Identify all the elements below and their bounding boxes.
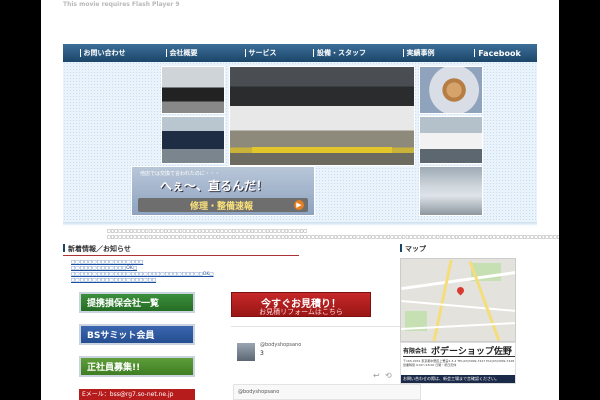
nav-item-services[interactable]: サービス: [221, 44, 300, 62]
estimate-button[interactable]: 今すぐお見積り！ お見積リフォームはこちら: [231, 292, 371, 317]
map-pin-icon[interactable]: [455, 285, 466, 296]
company-address: 〒165-0031 東京都中野区上鷺宮2-3-4 TEL(03)3999-742…: [403, 359, 515, 367]
tweet-handle[interactable]: @bodyshopsano: [260, 342, 301, 348]
promo-bar-label: 修理・整備速報: [190, 202, 254, 212]
avatar[interactable]: [237, 343, 255, 361]
news-heading: 新着情報／お知らせ: [63, 244, 131, 254]
nav-item-contact[interactable]: お問い合わせ: [63, 44, 142, 62]
nav-item-cases[interactable]: 実績事例: [379, 44, 458, 62]
repair-promo-banner[interactable]: 他店では交換て言われたのに・・・ へぇ〜、直るんだ！ 修理・整備速報 ▶: [131, 166, 315, 216]
photo-silver-panel: [419, 166, 483, 216]
photo-black-car: [161, 66, 225, 114]
reply-icon[interactable]: ↩: [373, 371, 380, 380]
page: This movie requires Flash Player 9 お問い合わ…: [41, 0, 559, 400]
nav-item-facebook[interactable]: Facebook: [458, 44, 537, 62]
company-info: 有限会社 ボデーショップ佐野 〒165-0031 東京都中野区上鷺宮2-3-4 …: [400, 342, 516, 384]
intro-line-2: □□□□□□□□□□□□□□□□□□□□□□□□□□□□□□□□□□□□□□□□…: [107, 234, 559, 239]
company-notice: お問い合わせの際は、新会工場まで言確認ください。: [401, 375, 515, 383]
photo-white-car: [419, 116, 483, 164]
promo-headline: へぇ〜、直るんだ！: [160, 179, 269, 193]
tweet-card: @bodyshopsano 3 ↩ ⟲: [231, 326, 401, 382]
hero-banner: 他店では交換て言われたのに・・・ へぇ〜、直るんだ！ 修理・整備速報 ▶: [63, 62, 537, 222]
company-type: 有限会社: [403, 348, 428, 355]
arrow-right-icon: ▶: [294, 200, 304, 210]
map-heading: マップ: [400, 244, 426, 254]
map-widget[interactable]: [400, 258, 516, 342]
nav-item-facilities[interactable]: 設備・スタッフ: [300, 44, 379, 62]
photo-bear-mascot: [419, 66, 483, 114]
tweet-body: 3: [260, 350, 264, 357]
tweet-card: @bodyshopsano: [233, 384, 421, 400]
promo-bar: 修理・整備速報 ▶: [138, 198, 308, 212]
photo-blue-car: [161, 116, 225, 164]
partner-insurers-button[interactable]: 提携損保会社一覧: [79, 292, 195, 313]
nav-item-company[interactable]: 会社概要: [142, 44, 221, 62]
flash-notice: This movie requires Flash Player 9: [63, 1, 180, 8]
news-item[interactable]: □□□□□□□□□□□□□□□□□□□□: [71, 278, 214, 284]
email-link[interactable]: Eメール：bss@rg7.so-net.ne.jp: [79, 389, 195, 400]
bs-summit-button[interactable]: BSサミット会員: [79, 324, 195, 345]
intro-text: □□□□□□□□□□□□□□□□□□□□□□□□□□□□□□□□□□□□□□□□…: [107, 228, 559, 240]
company-divider: [403, 356, 515, 357]
recruit-button[interactable]: 正社員募集!!: [79, 356, 195, 377]
retweet-icon[interactable]: ⟲: [385, 371, 392, 380]
main-nav: お問い合わせ 会社概要 サービス 設備・スタッフ 実績事例 Facebook: [63, 44, 537, 62]
news-divider: [63, 255, 299, 256]
tweet-handle[interactable]: @bodyshopsano: [238, 389, 279, 395]
lift-frame: [252, 147, 392, 154]
map-road: [432, 259, 453, 341]
news-list: □□□□□□□□□□□□□□□□□ □□□□□□□□□□□□□OK□ □□□□□…: [71, 260, 214, 284]
estimate-subtitle: お見積リフォームはこちら: [259, 308, 343, 316]
promo-subtitle: 他店では交換て言われたのに・・・: [140, 171, 220, 177]
hero-divider: [63, 222, 537, 226]
photo-workshop: [229, 66, 415, 166]
